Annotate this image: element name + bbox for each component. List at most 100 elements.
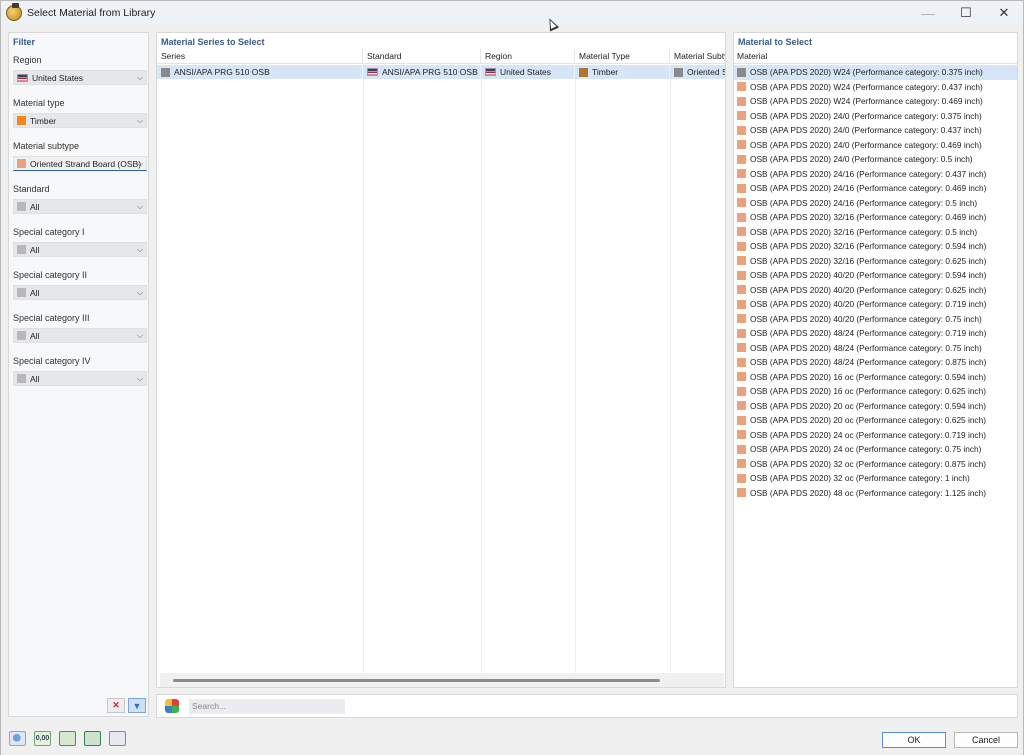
list-item[interactable]: OSB (APA PDS 2020) 20 oc (Performance ca… [734,413,1017,428]
import-icon[interactable] [59,731,76,746]
list-item[interactable]: OSB (APA PDS 2020) 40/20 (Performance ca… [734,297,1017,312]
list-item[interactable]: OSB (APA PDS 2020) 48/24 (Performance ca… [734,341,1017,356]
filter-material-type: Material type Timber ⌵ [13,98,147,128]
list-item[interactable]: OSB (APA PDS 2020) 32/16 (Performance ca… [734,225,1017,240]
horizontal-scrollbar[interactable] [160,673,724,687]
save-icon[interactable] [84,731,101,746]
list-item[interactable]: OSB (APA PDS 2020) 20 oc (Performance ca… [734,399,1017,414]
list-item[interactable]: OSB (APA PDS 2020) 24/0 (Performance cat… [734,109,1017,124]
special-category-1-dropdown[interactable]: All ⌵ [13,242,147,257]
clear-filter-button[interactable]: ✕ [107,698,125,713]
maximize-button[interactable]: ☐ [947,1,985,25]
column-header-material[interactable]: Material [734,49,1017,64]
dropdown-value: Timber [30,115,57,126]
filter-label: Special category II [13,270,88,280]
window-controls: — ☐ ✕ [909,1,1023,25]
color-swatch-icon [161,67,170,77]
column-header-material-type[interactable]: Material Type [575,49,670,63]
list-item-label: OSB (APA PDS 2020) 40/20 (Performance ca… [750,270,987,281]
list-item[interactable]: OSB (APA PDS 2020) 32/16 (Performance ca… [734,239,1017,254]
filter-title: Filter [13,37,36,47]
table-row[interactable]: ANSI/APA PRG 510 OSB ANSI/APA PRG 510 OS… [157,65,725,79]
list-item-label: OSB (APA PDS 2020) W24 (Performance cate… [750,96,983,107]
color-swatch-icon [737,444,746,454]
list-item[interactable]: OSB (APA PDS 2020) 24/0 (Performance cat… [734,138,1017,153]
list-item[interactable]: OSB (APA PDS 2020) W24 (Performance cate… [734,65,1017,80]
apply-filter-button[interactable]: ▼ [128,698,146,713]
filter-tools: ✕ ▼ [107,698,146,713]
list-item[interactable]: OSB (APA PDS 2020) 32 oc (Performance ca… [734,471,1017,486]
column-header-material-subtype[interactable]: Material Subty [670,49,725,63]
search-zoom-icon[interactable] [9,731,26,746]
list-item[interactable]: OSB (APA PDS 2020) W24 (Performance cate… [734,80,1017,95]
color-swatch-icon [737,82,746,92]
standard-dropdown[interactable]: All ⌵ [13,199,147,214]
color-swatch-icon [737,415,746,425]
list-item[interactable]: OSB (APA PDS 2020) 48/24 (Performance ca… [734,355,1017,370]
filter-panel: Filter Region United States ⌵ Material t… [8,32,149,717]
list-item-label: OSB (APA PDS 2020) 24 oc (Performance ca… [750,444,982,455]
color-swatch-icon [17,331,26,340]
list-item[interactable]: OSB (APA PDS 2020) 32 oc (Performance ca… [734,457,1017,472]
list-item-label: OSB (APA PDS 2020) 20 oc (Performance ca… [750,400,986,411]
ok-button[interactable]: OK [882,732,946,748]
region-dropdown[interactable]: United States ⌵ [13,70,147,85]
list-item-label: OSB (APA PDS 2020) 32/16 (Performance ca… [750,241,987,252]
list-item[interactable]: OSB (APA PDS 2020) 24/0 (Performance cat… [734,123,1017,138]
units-icon[interactable]: 0,00 [34,731,51,746]
material-subtype-dropdown[interactable]: Oriented Strand Board (OSB) ⌵ [13,156,147,171]
special-category-4-dropdown[interactable]: All ⌵ [13,371,147,386]
list-item[interactable]: OSB (APA PDS 2020) 16 oc (Performance ca… [734,384,1017,399]
color-swatch-icon [737,459,746,469]
list-item[interactable]: OSB (APA PDS 2020) 40/20 (Performance ca… [734,283,1017,298]
search-input[interactable] [189,698,345,714]
list-item[interactable]: OSB (APA PDS 2020) 24 oc (Performance ca… [734,428,1017,443]
dropdown-value: All [30,330,40,341]
library-icon[interactable] [109,731,126,746]
filter-label: Standard [13,184,50,194]
column-header-series[interactable]: Series [157,49,363,63]
cell-material-subtype: Oriented St [670,65,725,79]
dropdown-value: United States [32,72,84,83]
minimize-button[interactable]: — [909,1,947,25]
filter-region: Region United States ⌵ [13,55,147,85]
list-item[interactable]: OSB (APA PDS 2020) 48 oc (Performance ca… [734,486,1017,501]
color-swatch-icon [737,111,746,121]
list-item-label: OSB (APA PDS 2020) 24/16 (Performance ca… [750,183,987,194]
cancel-button[interactable]: Cancel [954,732,1018,748]
list-item[interactable]: OSB (APA PDS 2020) 24/16 (Performance ca… [734,167,1017,182]
special-category-3-dropdown[interactable]: All ⌵ [13,328,147,343]
special-category-2-dropdown[interactable]: All ⌵ [13,285,147,300]
list-item[interactable]: OSB (APA PDS 2020) 40/20 (Performance ca… [734,312,1017,327]
color-swatch-icon [674,67,683,77]
material-title: Material to Select [738,37,813,47]
cell-text: Timber [592,67,619,77]
list-item-label: OSB (APA PDS 2020) 32 oc (Performance ca… [750,473,970,484]
list-item[interactable]: OSB (APA PDS 2020) 32/16 (Performance ca… [734,210,1017,225]
list-item[interactable]: OSB (APA PDS 2020) 16 oc (Performance ca… [734,370,1017,385]
close-button[interactable]: ✕ [985,1,1023,25]
cell-region: United States [481,65,575,79]
us-flag-icon [17,73,28,82]
list-item[interactable]: OSB (APA PDS 2020) 48/24 (Performance ca… [734,326,1017,341]
title-bar: Select Material from Library — ☐ ✕ [1,1,1023,25]
list-item-label: OSB (APA PDS 2020) 32 oc (Performance ca… [750,458,986,469]
column-header-standard[interactable]: Standard [363,49,481,63]
column-header-region[interactable]: Region [481,49,575,63]
app-icon [6,3,22,21]
scrollbar-thumb[interactable] [173,679,660,682]
list-item[interactable]: OSB (APA PDS 2020) 24/0 (Performance cat… [734,152,1017,167]
cell-series: ANSI/APA PRG 510 OSB [157,65,363,79]
list-item-label: OSB (APA PDS 2020) 40/20 (Performance ca… [750,284,987,295]
material-type-dropdown[interactable]: Timber ⌵ [13,113,147,128]
list-item[interactable]: OSB (APA PDS 2020) W24 (Performance cate… [734,94,1017,109]
list-item-label: OSB (APA PDS 2020) 24/0 (Performance cat… [750,110,982,121]
list-item[interactable]: OSB (APA PDS 2020) 24/16 (Performance ca… [734,181,1017,196]
list-item[interactable]: OSB (APA PDS 2020) 24/16 (Performance ca… [734,196,1017,211]
list-item[interactable]: OSB (APA PDS 2020) 32/16 (Performance ca… [734,254,1017,269]
list-item[interactable]: OSB (APA PDS 2020) 40/20 (Performance ca… [734,268,1017,283]
color-wheel-icon[interactable] [165,699,179,713]
us-flag-icon [485,68,496,76]
filter-material-subtype: Material subtype Oriented Strand Board (… [13,141,147,171]
list-item[interactable]: OSB (APA PDS 2020) 24 oc (Performance ca… [734,442,1017,457]
